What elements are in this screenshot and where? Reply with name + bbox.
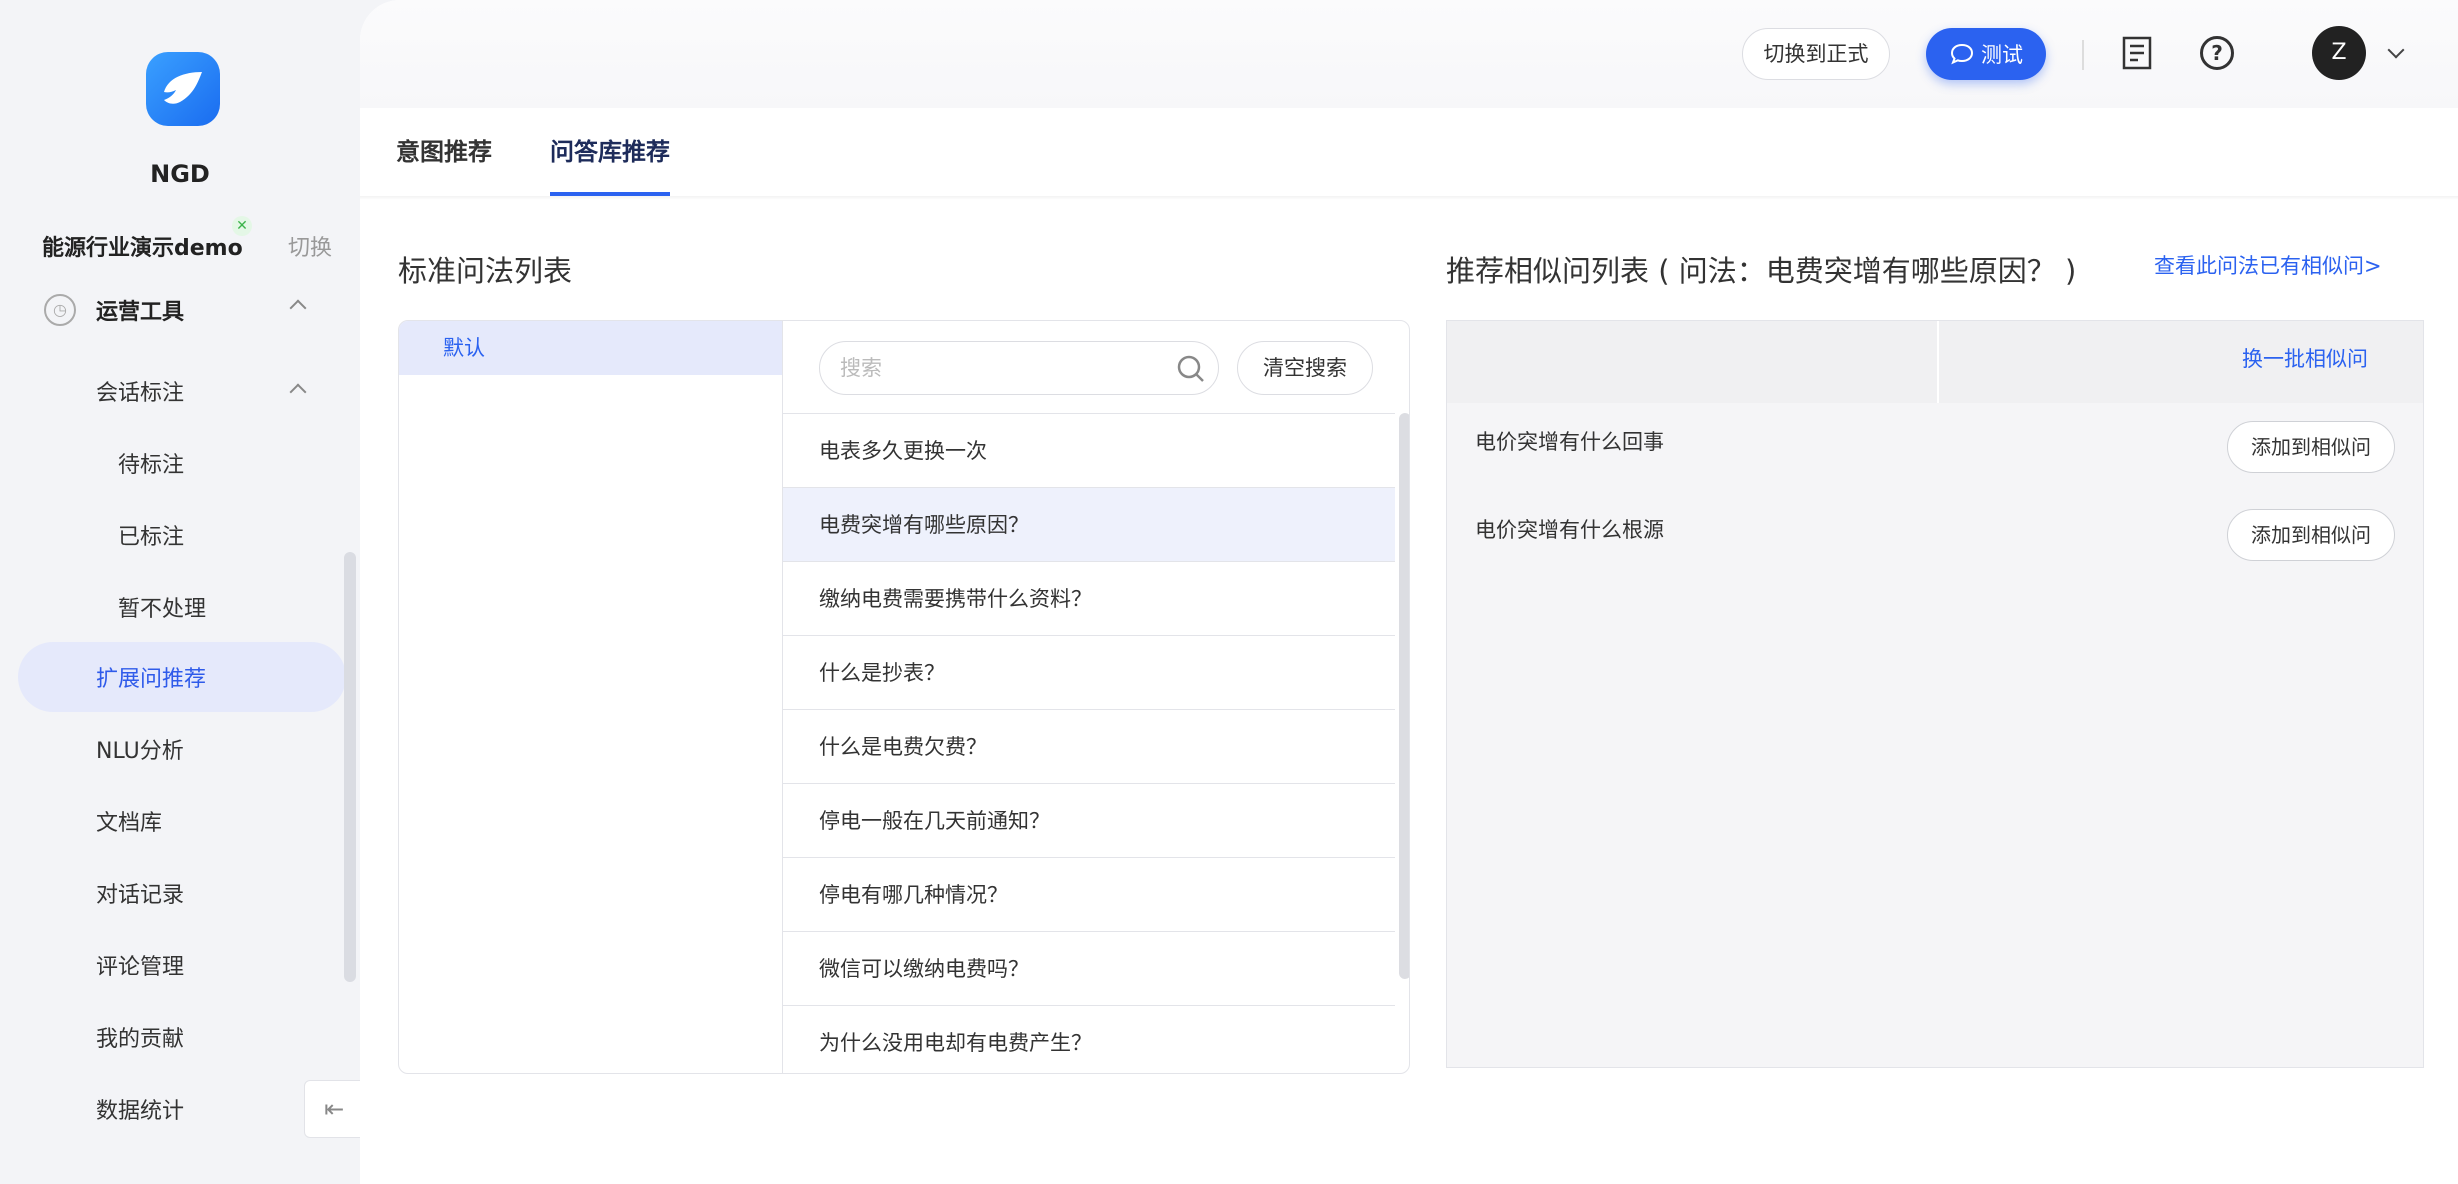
nav-group-ops-tools[interactable]: ◷ 运营工具	[44, 290, 314, 330]
nav-item-label: 待标注	[118, 453, 185, 478]
add-to-similar-button[interactable]: 添加到相似问	[2227, 509, 2395, 561]
document-icon[interactable]	[2122, 36, 2152, 70]
nav-item-label: 已标注	[118, 525, 185, 550]
nav-item-label: 对话记录	[96, 883, 185, 908]
tools-icon: ◷	[44, 294, 76, 326]
nav-item-label: 暂不处理	[118, 597, 207, 622]
nav-item-label: 扩展问推荐	[96, 667, 207, 692]
standard-questions-card: 默认 清空搜索 电表多久更换一次 电费突增有哪些原因？ 缴纳电费需要携带什么资料…	[398, 320, 1410, 1074]
app-logo	[146, 52, 220, 126]
view-existing-similar-link[interactable]: 查看此问法已有相似问>	[2154, 250, 2382, 280]
category-item-default[interactable]: 默认	[399, 321, 782, 375]
nav-item-my-contributions[interactable]: 我的贡献	[0, 1002, 346, 1072]
add-to-similar-button[interactable]: 添加到相似问	[2227, 421, 2395, 473]
divider	[2082, 40, 2084, 70]
nav-item-label: 评论管理	[96, 955, 185, 980]
similar-questions-table: 换一批相似问 电价突增有什么回事 添加到相似问 电价突增有什么根源 添加到相似问	[1446, 320, 2424, 1068]
similar-question-text: 电价突增有什么回事	[1475, 430, 1664, 454]
nav-item-label: NLU分析	[96, 739, 184, 764]
tab-qa-recommend[interactable]: 问答库推荐	[550, 108, 670, 196]
nav-item-label: 我的贡献	[96, 1027, 185, 1052]
topbar: 切换到正式 测试 ? Z	[360, 0, 2458, 108]
question-item[interactable]: 什么是抄表？	[783, 635, 1395, 709]
chat-bubble-icon	[1950, 43, 1974, 65]
table-row: 电价突增有什么回事 添加到相似问	[1447, 403, 2423, 493]
collapse-sidebar-icon[interactable]: ⇤	[304, 1080, 364, 1138]
question-item[interactable]: 微信可以缴纳电费吗？	[783, 931, 1395, 1005]
nav-item-extension-recommend[interactable]: 扩展问推荐	[18, 642, 346, 712]
question-list: 电表多久更换一次 电费突增有哪些原因？ 缴纳电费需要携带什么资料？ 什么是抄表？…	[783, 413, 1395, 1073]
nav-item-comment-management[interactable]: 评论管理	[0, 930, 346, 1000]
nav-group-label: 运营工具	[96, 300, 185, 325]
nav-item-statistics[interactable]: 数据统计	[0, 1074, 346, 1144]
nav-item-label: 会话标注	[96, 381, 185, 406]
similar-questions-title: 推荐相似问列表 ( 问法：电费突增有哪些原因？ )	[1446, 254, 2077, 288]
switch-to-production-button[interactable]: 切换到正式	[1742, 28, 1890, 80]
search-icon[interactable]	[1176, 354, 1206, 384]
refresh-similar-link[interactable]: 换一批相似问	[2242, 343, 2368, 373]
table-row: 电价突增有什么根源 添加到相似问	[1447, 491, 2423, 581]
question-list-scrollbar[interactable]	[1399, 413, 1409, 979]
test-button-label: 测试	[1981, 43, 2023, 67]
nav-item-pending[interactable]: 待标注	[0, 428, 346, 498]
tabs-divider	[360, 196, 2458, 200]
question-item[interactable]: 什么是电费欠费？	[783, 709, 1395, 783]
sidebar: NGD 能源行业演示demo ✕ 切换 ◷ 运营工具 会话标注 待标注 已标注 …	[0, 0, 360, 1184]
search-input[interactable]	[840, 342, 1160, 394]
chevron-down-icon[interactable]	[2387, 41, 2405, 59]
sidebar-scrollbar[interactable]	[344, 552, 356, 982]
avatar[interactable]: Z	[2312, 26, 2366, 80]
question-item[interactable]: 电表多久更换一次	[783, 413, 1395, 487]
clear-search-button[interactable]: 清空搜索	[1237, 341, 1373, 395]
standard-questions-title: 标准问法列表	[398, 254, 573, 288]
connection-badge-icon: ✕	[232, 216, 252, 236]
main-panel: 切换到正式 测试 ? Z 意图推荐 问答库推荐 标准问法列表 默认 搜索 清空搜…	[360, 0, 2458, 1184]
column-divider	[1937, 321, 1939, 403]
nav-item-document-library[interactable]: 文档库	[0, 786, 346, 856]
nav-item-annotated[interactable]: 已标注	[0, 500, 346, 570]
question-item[interactable]: 为什么没用电却有电费产生？	[783, 1005, 1395, 1073]
nav-item-skipped[interactable]: 暂不处理	[0, 572, 346, 642]
nav-item-label: 文档库	[96, 811, 163, 836]
nav-item-dialog-records[interactable]: 对话记录	[0, 858, 346, 928]
test-button[interactable]: 测试	[1926, 28, 2046, 80]
search-field[interactable]	[819, 341, 1219, 395]
table-header: 换一批相似问	[1447, 321, 2423, 403]
question-item[interactable]: 缴纳电费需要携带什么资料？	[783, 561, 1395, 635]
question-item[interactable]: 停电有哪几种情况？	[783, 857, 1395, 931]
category-list: 默认	[399, 321, 783, 1073]
question-item-selected[interactable]: 电费突增有哪些原因？	[783, 487, 1395, 561]
help-icon[interactable]: ?	[2200, 36, 2234, 70]
nav-item-nlu-analysis[interactable]: NLU分析	[0, 714, 346, 784]
bird-icon	[164, 72, 202, 104]
tab-bar: 意图推荐 问答库推荐	[396, 108, 728, 196]
switch-project-link[interactable]: 切换	[288, 230, 332, 262]
similar-question-text: 电价突增有什么根源	[1475, 518, 1664, 542]
brand-name: NGD	[150, 160, 210, 188]
nav-item-label: 数据统计	[96, 1099, 185, 1124]
question-item[interactable]: 停电一般在几天前通知？	[783, 783, 1395, 857]
project-name: 能源行业演示demo	[42, 236, 243, 261]
tab-intent-recommend[interactable]: 意图推荐	[396, 108, 492, 196]
